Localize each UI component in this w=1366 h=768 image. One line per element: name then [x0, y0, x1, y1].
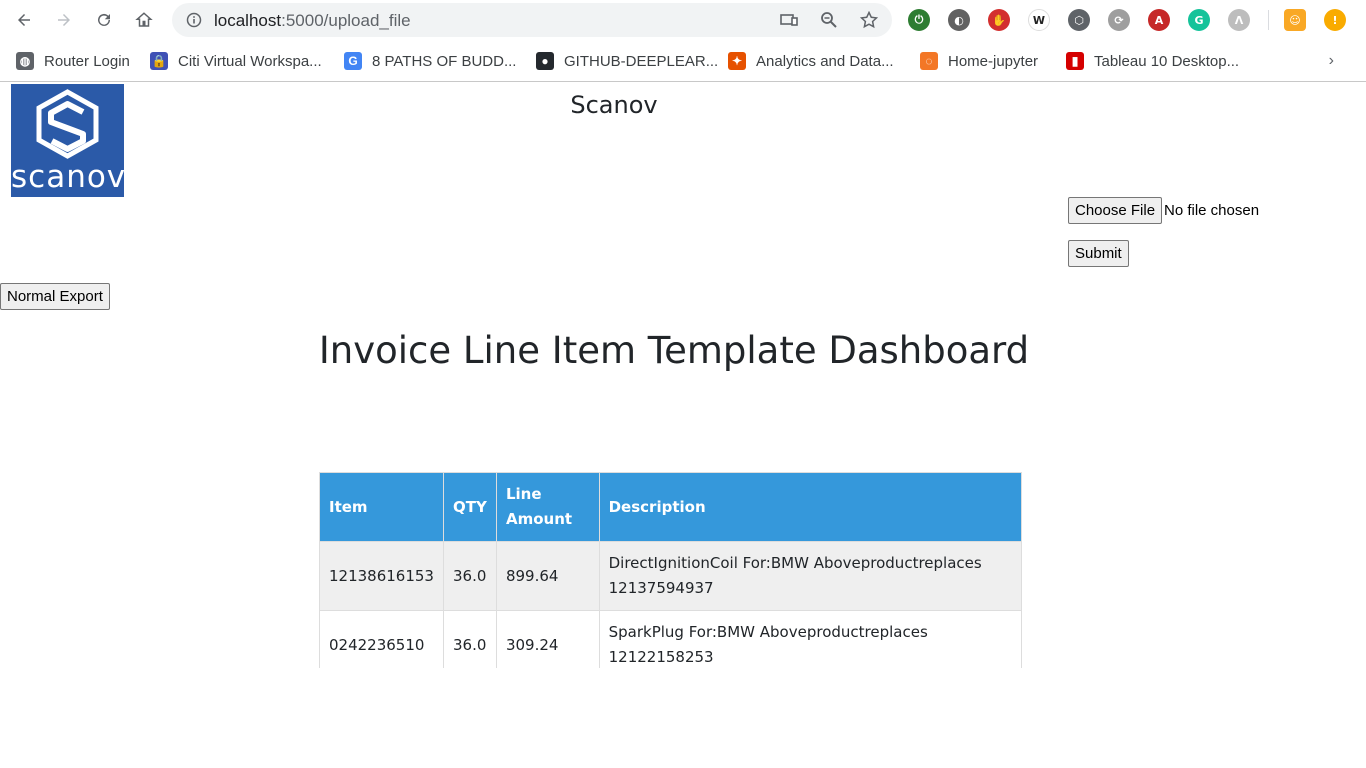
- invoice-table-container[interactable]: Item QTY Line Amount Description 1213861…: [319, 472, 1022, 668]
- bookmark-label: GITHUB-DEEPLEAR...: [564, 52, 719, 70]
- file-status-text: No file chosen: [1164, 202, 1260, 219]
- column-header-description: Description: [598, 472, 1022, 542]
- submit-button[interactable]: Submit: [1068, 240, 1129, 267]
- bookmark-label: Tableau 10 Desktop...: [1094, 52, 1240, 70]
- normal-export-button[interactable]: Normal Export: [0, 283, 110, 310]
- column-header-line-amount: Line Amount: [495, 472, 600, 542]
- url-host: localhost: [214, 11, 282, 30]
- forward-arrow-icon[interactable]: [50, 6, 78, 34]
- zoom-icon[interactable]: [820, 11, 838, 29]
- description-cell: SparkPlug For:BMW Aboveproductreplaces 1…: [598, 610, 1022, 668]
- home-icon[interactable]: [130, 6, 158, 34]
- cast-device-icon[interactable]: [780, 11, 798, 29]
- column-header-qty: QTY: [442, 472, 497, 542]
- bookmark-label: Home-jupyter: [948, 52, 1039, 70]
- update-notice-icon[interactable]: !: [1324, 9, 1346, 31]
- sync-extension-icon[interactable]: ⟳: [1108, 9, 1130, 31]
- bookmark-item[interactable]: ▮ Tableau 10 Desktop...: [1066, 50, 1239, 72]
- table-header-row: Item QTY Line Amount Description: [319, 472, 1022, 542]
- jupyter-icon: ◌: [920, 52, 938, 70]
- address-bar[interactable]: localhost:5000/upload_file: [172, 3, 892, 37]
- bookmark-label: Citi Virtual Workspa...: [178, 52, 322, 70]
- qty-cell: 36.0: [442, 541, 497, 611]
- description-cell: DirectIgnitionCoil For:BMW Aboveproductr…: [598, 541, 1022, 611]
- qty-cell: 36.0: [442, 610, 497, 668]
- item-cell: 0242236510: [319, 610, 444, 668]
- github-icon: ●: [536, 52, 554, 70]
- line-amount-header-line1: Line: [505, 485, 542, 503]
- bookmark-item[interactable]: ◍ Router Login: [16, 50, 130, 72]
- grey-a-extension-icon[interactable]: Λ: [1228, 9, 1250, 31]
- logo-wordmark: scanov: [11, 159, 127, 195]
- back-arrow-icon[interactable]: [10, 6, 38, 34]
- pocket-extension-icon[interactable]: ⬡: [1068, 9, 1090, 31]
- bookmark-label: 8 PATHS OF BUDD...: [372, 52, 517, 70]
- bookmark-star-icon[interactable]: [860, 11, 878, 29]
- dashboard-title: Invoice Line Item Template Dashboard: [318, 329, 1030, 372]
- profile-avatar-icon[interactable]: ☺: [1284, 9, 1306, 31]
- stop-hand-extension-icon[interactable]: ✋: [988, 9, 1010, 31]
- description-line2: 12122158253: [608, 648, 714, 666]
- browser-toolbar: localhost:5000/upload_file ⏻ ◐ ✋ W ⬡ ⟳ A G Λ ☺ !: [0, 0, 1366, 40]
- item-cell: 12138616153: [319, 541, 444, 611]
- url-path: :5000/upload_file: [281, 11, 411, 30]
- description-line1: DirectIgnitionCoil For:BMW Aboveproductr…: [608, 554, 982, 572]
- toolbar-divider: [1268, 10, 1269, 30]
- bookmark-label: Router Login: [44, 52, 130, 70]
- bookmarks-more-chevron-icon[interactable]: ›: [1329, 52, 1334, 70]
- bookmark-label: Analytics and Data...: [756, 52, 894, 70]
- description-line1: SparkPlug For:BMW Aboveproductreplaces: [608, 623, 928, 641]
- url-text[interactable]: localhost:5000/upload_file: [214, 11, 411, 31]
- bookmark-item[interactable]: ◌ Home-jupyter: [920, 50, 1038, 72]
- pdf-extension-icon[interactable]: A: [1148, 9, 1170, 31]
- page-content: scanov Scanov Choose File No file chosen…: [0, 83, 1366, 768]
- reload-icon[interactable]: [90, 6, 118, 34]
- table-row: 0242236510 36.0 309.24 SparkPlug For:BMW…: [319, 610, 1022, 668]
- line-amount-cell: 899.64: [495, 541, 600, 611]
- green-power-extension-icon[interactable]: ⏻: [908, 9, 930, 31]
- bookmarks-bar: › ◍ Router Login 🔒 Citi Virtual Workspa... G…: [0, 40, 1366, 82]
- info-icon[interactable]: [186, 12, 202, 28]
- choose-file-button[interactable]: Choose File: [1068, 197, 1163, 224]
- pdf-icon: ▮: [1066, 52, 1084, 70]
- osu-icon: ✦: [728, 52, 746, 70]
- lock-bag-icon: 🔒: [150, 52, 168, 70]
- bookmark-item[interactable]: 🔒 Citi Virtual Workspa...: [150, 50, 322, 72]
- site-title: Scanov: [570, 91, 658, 119]
- column-header-item: Item: [319, 472, 444, 542]
- invoice-line-items-table: Item QTY Line Amount Description 1213861…: [319, 472, 1022, 668]
- line-amount-header-line2: Amount: [505, 510, 573, 528]
- globe-icon: ◍: [16, 52, 34, 70]
- google-icon: G: [344, 52, 362, 70]
- wikipedia-extension-icon[interactable]: W: [1028, 9, 1050, 31]
- grey-circle-extension-icon[interactable]: ◐: [948, 9, 970, 31]
- grammarly-extension-icon[interactable]: G: [1188, 9, 1210, 31]
- table-row: 12138616153 36.0 899.64 DirectIgnitionCo…: [319, 541, 1022, 611]
- bookmark-item[interactable]: G 8 PATHS OF BUDD...: [344, 50, 516, 72]
- bookmark-item[interactable]: ● GITHUB-DEEPLEAR...: [536, 50, 718, 72]
- description-line2: 12137594937: [608, 579, 714, 597]
- line-amount-cell: 309.24: [495, 610, 600, 668]
- bookmark-item[interactable]: ✦ Analytics and Data...: [728, 50, 894, 72]
